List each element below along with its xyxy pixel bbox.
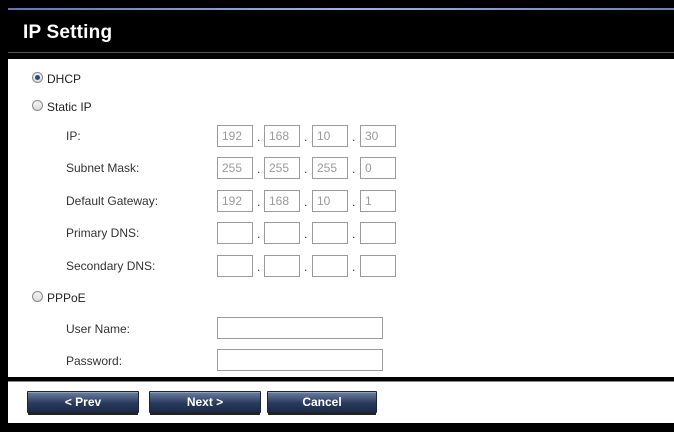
- top-accent-bar: [0, 0, 674, 10]
- ip-separator: .: [352, 130, 356, 144]
- subnet-row: Subnet Mask: 255 . 255 . 255 . 0: [8, 157, 674, 179]
- gateway-octet-4[interactable]: 1: [360, 190, 396, 212]
- password-input[interactable]: [217, 349, 383, 371]
- subnet-octet-3[interactable]: 255: [312, 157, 348, 179]
- primary-dns-octet-4[interactable]: [360, 222, 396, 244]
- subnet-octet-4[interactable]: 0: [360, 157, 396, 179]
- secondary-dns-separator: .: [257, 260, 261, 274]
- gateway-label: Default Gateway:: [66, 194, 159, 208]
- username-input[interactable]: [217, 317, 383, 339]
- secondary-dns-row: Secondary DNS: . . .: [8, 255, 674, 277]
- gateway-separator: .: [257, 195, 261, 209]
- secondary-dns-octet-4[interactable]: [360, 255, 396, 277]
- secondary-dns-separator: .: [352, 260, 356, 274]
- page-header: IP Setting: [8, 10, 674, 53]
- gateway-row: Default Gateway: 192 . 168 . 10 . 1: [8, 190, 674, 212]
- static-ip-radio[interactable]: [32, 100, 43, 111]
- gateway-octet-2[interactable]: 168: [264, 190, 300, 212]
- subnet-separator: .: [304, 162, 308, 176]
- dhcp-label: DHCP: [47, 72, 82, 86]
- ip-octet-4[interactable]: 30: [360, 125, 396, 147]
- primary-dns-separator: .: [257, 227, 261, 241]
- cancel-button[interactable]: Cancel: [267, 391, 377, 415]
- password-label: Password:: [66, 354, 123, 368]
- page-title: IP Setting: [23, 22, 113, 43]
- prev-button[interactable]: < Prev: [27, 391, 139, 415]
- primary-dns-label: Primary DNS:: [66, 226, 140, 240]
- pppoe-label: PPPoE: [47, 291, 86, 305]
- primary-dns-octet-1[interactable]: [217, 222, 253, 244]
- subnet-octet-1[interactable]: 255: [217, 157, 253, 179]
- secondary-dns-octet-2[interactable]: [264, 255, 300, 277]
- gateway-separator: .: [304, 195, 308, 209]
- primary-dns-row: Primary DNS: . . .: [8, 222, 674, 244]
- ip-octet-2[interactable]: 168: [264, 125, 300, 147]
- subnet-octet-2[interactable]: 255: [264, 157, 300, 179]
- primary-dns-octet-3[interactable]: [312, 222, 348, 244]
- gateway-octet-1[interactable]: 192: [217, 190, 253, 212]
- ip-separator: .: [304, 130, 308, 144]
- static-ip-label: Static IP: [47, 100, 92, 114]
- subnet-separator: .: [352, 162, 356, 176]
- ip-octet-3[interactable]: 10: [312, 125, 348, 147]
- ip-label: IP:: [66, 129, 81, 143]
- ip-separator: .: [257, 130, 261, 144]
- password-row: Password:: [8, 349, 674, 371]
- secondary-dns-label: Secondary DNS:: [66, 259, 156, 273]
- pppoe-option[interactable]: PPPoE: [8, 287, 674, 309]
- next-button[interactable]: Next >: [149, 391, 261, 415]
- secondary-dns-octet-3[interactable]: [312, 255, 348, 277]
- primary-dns-separator: .: [352, 227, 356, 241]
- username-label: User Name:: [66, 322, 131, 336]
- secondary-dns-separator: .: [304, 260, 308, 274]
- username-row: User Name:: [8, 317, 674, 339]
- subnet-separator: .: [257, 162, 261, 176]
- primary-dns-separator: .: [304, 227, 308, 241]
- pppoe-radio[interactable]: [32, 291, 43, 302]
- subnet-label: Subnet Mask:: [66, 161, 140, 175]
- ip-row: IP: 192 . 168 . 10 . 30: [8, 125, 674, 147]
- ip-octet-1[interactable]: 192: [217, 125, 253, 147]
- static-ip-option[interactable]: Static IP: [8, 97, 674, 119]
- gateway-separator: .: [352, 195, 356, 209]
- dhcp-option[interactable]: DHCP: [8, 69, 674, 91]
- wizard-footer: < Prev Next > Cancel: [8, 381, 674, 423]
- gateway-octet-3[interactable]: 10: [312, 190, 348, 212]
- dhcp-radio[interactable]: [32, 72, 43, 83]
- primary-dns-octet-2[interactable]: [264, 222, 300, 244]
- settings-panel: DHCP Static IP IP: 192 . 168 . 10 . 30 S…: [8, 59, 674, 377]
- secondary-dns-octet-1[interactable]: [217, 255, 253, 277]
